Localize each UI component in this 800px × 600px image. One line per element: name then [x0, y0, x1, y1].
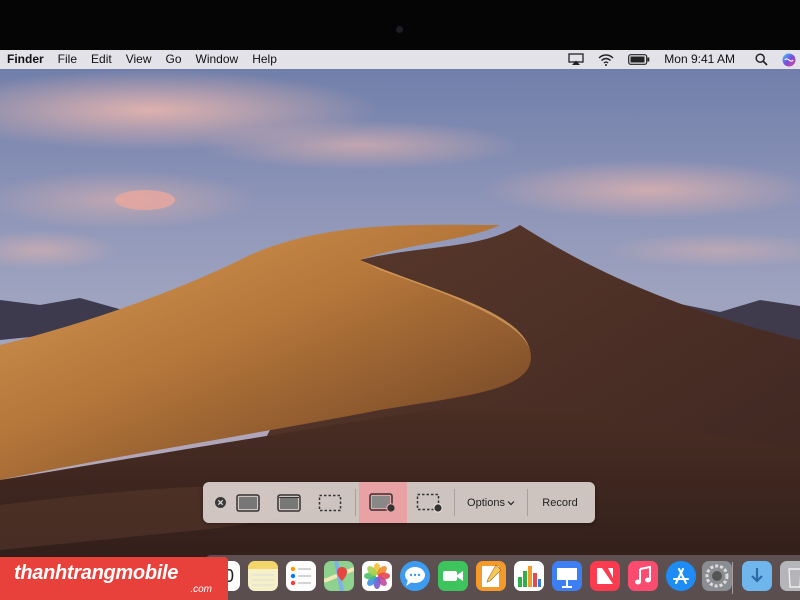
record-entire-screen-icon — [369, 492, 396, 513]
record-selection-icon — [416, 493, 443, 513]
photos-icon[interactable] — [362, 561, 392, 591]
menu-window[interactable]: Window — [196, 50, 239, 69]
chevron-down-icon — [507, 500, 515, 505]
battery-icon[interactable] — [628, 50, 650, 69]
airplay-icon[interactable] — [568, 50, 584, 69]
close-icon — [214, 497, 226, 508]
dock: 0 — [205, 555, 800, 600]
menu-bar-status-area: Mon 9:41 AM — [568, 50, 800, 69]
dock-divider — [732, 562, 733, 594]
options-button[interactable]: Options — [459, 482, 523, 523]
record-label: Record — [542, 496, 578, 509]
record-button[interactable]: Record — [531, 482, 589, 523]
numbers-icon[interactable] — [514, 561, 544, 591]
system-preferences-icon[interactable] — [702, 561, 732, 591]
capture-entire-screen-icon — [236, 493, 260, 512]
watermark-domain: .com — [190, 584, 212, 595]
menu-view[interactable]: View — [126, 50, 152, 69]
record-entire-screen-button[interactable] — [359, 482, 407, 523]
menu-file[interactable]: File — [58, 50, 77, 69]
messages-icon[interactable] — [400, 561, 430, 591]
camera-icon — [396, 26, 403, 33]
siri-icon[interactable] — [782, 50, 796, 69]
notes-icon[interactable] — [248, 561, 278, 591]
app-store-icon[interactable] — [666, 561, 696, 591]
toolbar-close-button[interactable] — [209, 482, 231, 523]
menu-bar-clock[interactable]: Mon 9:41 AM — [664, 50, 735, 69]
menu-go[interactable]: Go — [166, 50, 182, 69]
capture-selection-button[interactable] — [313, 482, 347, 523]
record-selection-button[interactable] — [409, 482, 451, 523]
news-icon[interactable] — [590, 561, 620, 591]
wifi-icon[interactable] — [598, 50, 614, 69]
options-label: Options — [467, 496, 505, 509]
toolbar-divider — [454, 489, 455, 516]
toolbar-divider — [527, 489, 528, 516]
capture-window-icon — [277, 493, 301, 512]
spotlight-search-icon[interactable] — [755, 50, 768, 69]
menu-bar: Finder File Edit View Go Window Help Mon… — [0, 50, 800, 69]
pages-icon[interactable] — [476, 561, 506, 591]
capture-entire-screen-button[interactable] — [231, 482, 265, 523]
menu-help[interactable]: Help — [252, 50, 277, 69]
reminders-icon[interactable] — [286, 561, 316, 591]
downloads-folder-icon[interactable] — [742, 561, 772, 591]
screenshot-toolbar: Options Record — [203, 482, 595, 523]
menu-edit[interactable]: Edit — [91, 50, 112, 69]
toolbar-divider — [355, 489, 356, 516]
desktop-screen: Finder File Edit View Go Window Help Mon… — [0, 50, 800, 600]
laptop-bezel — [0, 0, 800, 50]
watermark-logo: thanhtrangmobile .com — [0, 557, 228, 600]
watermark-name: thanhtrangmobile — [14, 562, 179, 584]
trash-icon[interactable] — [780, 561, 800, 591]
capture-window-button[interactable] — [272, 482, 306, 523]
maps-icon[interactable] — [324, 561, 354, 591]
keynote-icon[interactable] — [552, 561, 582, 591]
music-icon[interactable] — [628, 561, 658, 591]
facetime-icon[interactable] — [438, 561, 468, 591]
capture-selection-icon — [318, 494, 342, 511]
menu-finder[interactable]: Finder — [7, 50, 44, 69]
